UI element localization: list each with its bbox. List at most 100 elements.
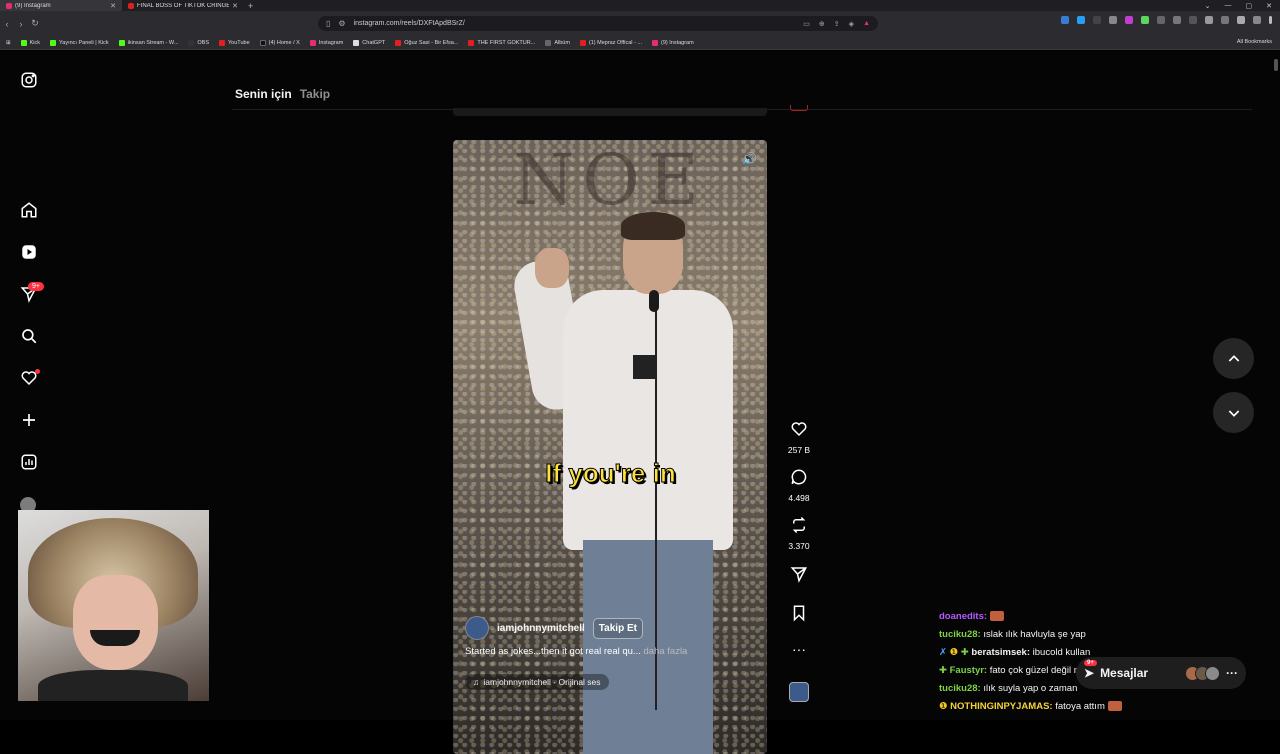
tab-search-icon[interactable]: ⌄ [1205, 2, 1211, 10]
share-button[interactable] [785, 565, 813, 588]
bookmark-stream[interactable]: ikinsan Stream - W... [118, 39, 178, 46]
url-text[interactable]: instagram.com/reels/DXFtApdBSrZ/ [354, 20, 465, 27]
chat-username: doanedits: [939, 611, 988, 622]
reels-icon[interactable] [18, 241, 40, 263]
create-icon[interactable] [18, 409, 40, 431]
audio-thumbnail[interactable] [789, 682, 809, 702]
music-note-icon: ♫ [473, 677, 480, 687]
follow-button[interactable]: Takip Et [592, 617, 643, 639]
bookmark-x[interactable]: (4) Home / X [259, 39, 300, 46]
bookmarks-bar: ⊞ Kick Yayıncı Paneli | Kick ikinsan Str… [0, 36, 1280, 50]
scrollbar-thumb[interactable] [1274, 59, 1278, 71]
search-icon[interactable] [18, 325, 40, 347]
triangle-icon[interactable]: ▲ [863, 20, 870, 28]
video-hand [535, 248, 569, 288]
repost-button[interactable]: 3.370 [785, 516, 813, 551]
save-button[interactable] [785, 604, 813, 627]
window-close-icon[interactable]: ✕ [1266, 2, 1272, 10]
bookmark-oguz[interactable]: Oğuz Sasi - Bir Efsa... [395, 39, 458, 46]
site-info-icon[interactable]: ⚙ [338, 19, 345, 28]
video-person-body [563, 290, 733, 550]
dashboard-icon[interactable] [18, 451, 40, 473]
webcam-shirt [38, 670, 188, 701]
reel-video[interactable]: NOE If you're in 🔊 iamjohnnymitchell Tak… [453, 140, 767, 754]
volume-icon[interactable]: 🔊 [742, 152, 757, 166]
extension-icon[interactable] [1221, 16, 1229, 24]
reel-audio[interactable]: ♫ iamjohnnymitchell · Orijinal ses [465, 674, 609, 690]
direct-messages-icon: ➤ [1084, 666, 1095, 680]
reload-icon[interactable]: ↻ [28, 18, 42, 29]
extension-icon[interactable] [1061, 16, 1069, 24]
bookmark-youtube[interactable]: YouTube [219, 39, 250, 46]
extension-icon[interactable] [1237, 16, 1245, 24]
bookmark-folder-album[interactable]: Albüm [545, 39, 570, 46]
messages-badge: 9+ [1084, 660, 1097, 666]
extension-icon[interactable] [1109, 16, 1117, 24]
close-icon[interactable]: ✕ [232, 2, 238, 10]
tab-instagram[interactable]: (9) Instagram ✕ [0, 0, 122, 11]
chat-username: tuciku28: [939, 683, 981, 694]
messages-button[interactable]: ➤ 9+ Mesajlar ··· [1076, 657, 1246, 689]
close-icon[interactable]: ✕ [110, 2, 116, 10]
chat-emote-icon [989, 611, 1004, 622]
menu-icon[interactable] [1269, 16, 1272, 24]
tab-following[interactable]: Takip [300, 87, 330, 101]
caption-text: Started as jokes...then it got real real… [465, 646, 641, 657]
like-button[interactable]: 257 B [785, 420, 813, 455]
author-avatar[interactable] [465, 616, 489, 640]
extension-icon[interactable] [1077, 16, 1085, 24]
extension-icon[interactable] [1253, 16, 1261, 24]
chat-emote-icon [1107, 701, 1122, 712]
share-icon[interactable]: ⇪ [834, 20, 840, 28]
video-person-hair [621, 212, 685, 240]
audio-label[interactable]: iamjohnnymitchell · Orijinal ses [483, 677, 600, 687]
comment-count: 4.498 [788, 493, 810, 503]
previous-reel-button[interactable] [1213, 338, 1254, 379]
back-icon[interactable]: ‹ [0, 19, 14, 29]
instagram-logo-icon[interactable] [18, 69, 40, 91]
author-username[interactable]: iamjohnnymitchell [497, 623, 585, 634]
video-shirt-badge [633, 355, 655, 379]
tab-label: (9) Instagram [15, 2, 51, 9]
shield-icon[interactable]: ◈ [849, 20, 854, 28]
extension-icon[interactable] [1157, 16, 1165, 24]
more-options-icon[interactable]: ··· [785, 641, 813, 657]
bookmark-instagram-2[interactable]: (9) Instagram [651, 39, 694, 46]
zoom-icon[interactable]: ⊕ [819, 20, 825, 28]
bookmark-mepraz[interactable]: (1) Mepraz Offical - ... [579, 39, 642, 46]
extension-icon[interactable] [1093, 16, 1101, 24]
extension-icon[interactable] [1141, 16, 1149, 24]
notification-badge: 9+ [28, 282, 44, 291]
tab-youtube[interactable]: FINAL BOSS OF TIKTOK CRINGE - You ✕ [122, 0, 244, 11]
all-bookmarks[interactable]: All Bookmarks [1237, 39, 1272, 45]
more-icon[interactable]: ··· [1226, 666, 1238, 680]
minimize-icon[interactable]: — [1225, 2, 1232, 9]
home-icon[interactable] [18, 199, 40, 221]
chat-text: ıslak ılık havluyla şe yap [983, 629, 1086, 640]
bookmark-kick-panel[interactable]: Yayıncı Paneli | Kick [50, 39, 109, 46]
instagram-page: 9+ Senin için Takip NOE If you're in 🔊 i… [0, 51, 1280, 754]
extension-icon[interactable] [1125, 16, 1133, 24]
bookmark-icon[interactable]: ▯ [326, 19, 330, 28]
plus-badge-icon: ✚ [960, 647, 969, 658]
bookmark-goktur[interactable]: THE FIRST GOKTUR... [468, 39, 535, 46]
extension-icon[interactable] [1205, 16, 1213, 24]
cast-icon[interactable]: ▭ [803, 20, 810, 28]
tab-label: FINAL BOSS OF TIKTOK CRINGE - You [137, 2, 230, 9]
maximize-icon[interactable]: ▢ [1246, 2, 1253, 10]
next-reel-button[interactable] [1213, 392, 1254, 433]
bookmark-kick[interactable]: Kick [20, 39, 40, 46]
apps-icon[interactable]: ⊞ [6, 40, 11, 46]
extension-icon[interactable] [1189, 16, 1197, 24]
comment-button[interactable]: 4.498 [785, 468, 813, 503]
bookmark-instagram[interactable]: Instagram [309, 39, 343, 46]
forward-icon[interactable]: › [14, 19, 28, 29]
tab-for-you[interactable]: Senin için [235, 87, 292, 101]
reel-author: iamjohnnymitchell Takip Et [465, 616, 643, 640]
bookmark-obs[interactable]: OBS [188, 39, 209, 46]
more-link[interactable]: daha fazla [644, 646, 688, 657]
address-bar[interactable]: ▯ ⚙ instagram.com/reels/DXFtApdBSrZ/ ▭ ⊕… [318, 16, 878, 31]
extension-icon[interactable] [1173, 16, 1181, 24]
bookmark-chatgpt[interactable]: ChatGPT [353, 39, 385, 46]
new-tab-icon[interactable]: + [244, 1, 257, 11]
